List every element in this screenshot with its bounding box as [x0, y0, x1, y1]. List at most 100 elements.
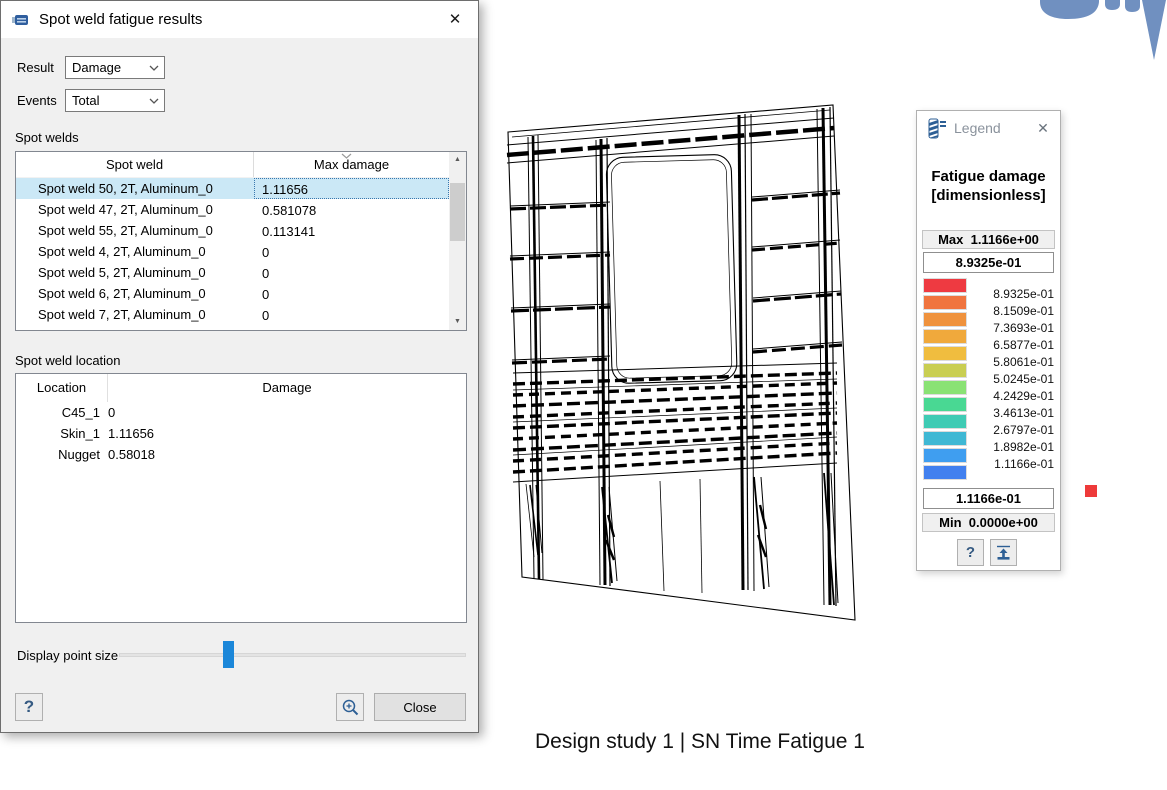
- legend-scale-label: 8.9325e-01: [993, 287, 1054, 301]
- column-header-location[interactable]: Location: [16, 374, 108, 402]
- column-header-spot-weld[interactable]: Spot weld: [16, 152, 254, 177]
- spot-weld-name: Spot weld 55, 2T, Aluminum_0: [16, 220, 254, 241]
- events-dropdown[interactable]: Total: [65, 89, 165, 112]
- legend-scale-label: 6.5877e-01: [993, 338, 1054, 352]
- spot-weld-name: Spot weld 6, 2T, Aluminum_0: [16, 283, 254, 304]
- location-section-label: Spot weld location: [15, 353, 121, 368]
- legend-scale-label: 1.1166e-01: [994, 457, 1054, 471]
- legend-scale-label: 5.0245e-01: [993, 372, 1054, 386]
- close-icon[interactable]: ✕: [440, 7, 470, 33]
- damage-value: 0: [100, 402, 466, 423]
- location-name: Nugget: [16, 444, 100, 465]
- close-button-label: Close: [403, 700, 436, 715]
- location-rows: C45_10Skin_11.11656Nugget0.58018: [16, 402, 466, 465]
- help-icon: ?: [24, 697, 34, 717]
- spot-weld-name: Spot weld 50, 2T, Aluminum_0: [16, 178, 254, 199]
- result-label: Result: [17, 60, 54, 75]
- legend-lower-bound-field[interactable]: 1.1166e-01: [923, 488, 1054, 509]
- dialog-titlebar[interactable]: Spot weld fatigue results ✕: [1, 1, 478, 38]
- legend-swatch: [923, 346, 967, 361]
- table-row[interactable]: Spot weld 6, 2T, Aluminum_00: [16, 283, 449, 304]
- scroll-down-icon[interactable]: ▼: [449, 314, 466, 330]
- events-dropdown-value: Total: [72, 93, 149, 108]
- help-button[interactable]: ?: [15, 693, 43, 721]
- location-name: Skin_1: [16, 423, 100, 444]
- max-damage-value: 0: [254, 241, 449, 262]
- result-dropdown-value: Damage: [72, 60, 149, 75]
- location-table: Location Damage C45_10Skin_11.11656Nugge…: [15, 373, 467, 623]
- zoom-to-selection-button[interactable]: [336, 693, 364, 721]
- spot-welds-rows: Spot weld 50, 2T, Aluminum_01.11656Spot …: [16, 178, 466, 325]
- point-size-label: Display point size: [17, 648, 118, 663]
- column-header-damage[interactable]: Damage: [108, 374, 466, 402]
- spot-welds-section-label: Spot welds: [15, 130, 79, 145]
- model-wireframe: [490, 85, 870, 630]
- legend-scale-label: 5.8061e-01: [993, 355, 1054, 369]
- table-row[interactable]: Spot weld 7, 2T, Aluminum_00: [16, 304, 449, 325]
- legend-dock-button[interactable]: [990, 539, 1017, 566]
- scroll-up-icon[interactable]: ▲: [449, 152, 466, 168]
- spot-weld-name: Spot weld 5, 2T, Aluminum_0: [16, 262, 254, 283]
- dock-to-top-icon: [995, 544, 1012, 561]
- table-row[interactable]: Spot weld 5, 2T, Aluminum_00: [16, 262, 449, 283]
- legend-title: Legend: [954, 120, 1001, 136]
- scrollbar-thumb[interactable]: [450, 183, 465, 241]
- siemens-logo-fragment: [1030, 0, 1167, 75]
- legend-heading-line1: Fatigue damage: [917, 167, 1060, 186]
- location-table-header: Location Damage: [16, 374, 466, 402]
- legend-scale-label: 1.8982e-01: [993, 440, 1054, 454]
- max-damage-value: 0: [254, 283, 449, 304]
- spot-weld-name: Spot weld 47, 2T, Aluminum_0: [16, 199, 254, 220]
- chevron-down-icon: [149, 65, 159, 71]
- result-dropdown[interactable]: Damage: [65, 56, 165, 79]
- help-icon: ?: [966, 544, 975, 561]
- legend-icon: [927, 116, 947, 140]
- point-size-slider-thumb[interactable]: [223, 641, 234, 668]
- legend-max-value: Max 1.1166e+00: [922, 230, 1055, 249]
- spot-weld-icon: [12, 14, 31, 26]
- table-row[interactable]: Spot weld 50, 2T, Aluminum_01.11656: [16, 178, 449, 199]
- viewport-caption: Design study 1 | SN Time Fatigue 1: [480, 730, 920, 754]
- legend-panel: Legend ✕ Fatigue damage [dimensionless] …: [916, 110, 1061, 571]
- spot-welds-table: Spot weld Max damage Spot weld 50, 2T, A…: [15, 151, 467, 331]
- magnifier-plus-icon: [340, 697, 360, 717]
- legend-swatch: [923, 295, 967, 310]
- legend-swatch: [923, 312, 967, 327]
- spot-weld-name: Spot weld 7, 2T, Aluminum_0: [16, 304, 254, 325]
- legend-swatch: [923, 465, 967, 480]
- legend-scale-label: 4.2429e-01: [993, 389, 1054, 403]
- close-icon[interactable]: ✕: [1030, 115, 1056, 141]
- max-damage-value: 0.113141: [254, 220, 449, 241]
- table-row[interactable]: Spot weld 4, 2T, Aluminum_00: [16, 241, 449, 262]
- close-button[interactable]: Close: [374, 693, 466, 721]
- spot-weld-results-dialog: Spot weld fatigue results ✕ Result Damag…: [0, 0, 479, 733]
- model-viewport[interactable]: Design study 1 | SN Time Fatigue 1: [480, 0, 1167, 790]
- dialog-title: Spot weld fatigue results: [39, 11, 202, 28]
- legend-heading-line2: [dimensionless]: [917, 186, 1060, 205]
- legend-help-button[interactable]: ?: [957, 539, 984, 566]
- spot-welds-scrollbar[interactable]: ▲ ▼: [449, 152, 466, 330]
- max-damage-value: 0: [254, 262, 449, 283]
- damage-value: 1.11656: [100, 423, 466, 444]
- table-row[interactable]: Nugget0.58018: [16, 444, 466, 465]
- legend-swatch: [923, 278, 967, 293]
- table-row[interactable]: Spot weld 47, 2T, Aluminum_00.581078: [16, 199, 449, 220]
- spot-weld-name: Spot weld 4, 2T, Aluminum_0: [16, 241, 254, 262]
- location-name: C45_1: [16, 402, 100, 423]
- max-damage-value: 0.581078: [254, 199, 449, 220]
- legend-scale-label: 3.4613e-01: [993, 406, 1054, 420]
- legend-swatch: [923, 414, 967, 429]
- legend-heading: Fatigue damage [dimensionless]: [917, 167, 1060, 205]
- legend-swatch: [923, 329, 967, 344]
- legend-swatch: [923, 397, 967, 412]
- table-row[interactable]: Skin_11.11656: [16, 423, 466, 444]
- point-size-slider-track[interactable]: [119, 653, 466, 657]
- table-row[interactable]: Spot weld 55, 2T, Aluminum_00.113141: [16, 220, 449, 241]
- legend-min-value: Min 0.0000e+00: [922, 513, 1055, 532]
- legend-upper-bound-field[interactable]: 8.9325e-01: [923, 252, 1054, 273]
- table-row[interactable]: C45_10: [16, 402, 466, 423]
- chevron-down-icon: [149, 98, 159, 104]
- selected-spot-weld-marker[interactable]: [1085, 485, 1097, 497]
- max-damage-value: 0: [254, 304, 449, 325]
- sort-descending-icon: [341, 153, 352, 159]
